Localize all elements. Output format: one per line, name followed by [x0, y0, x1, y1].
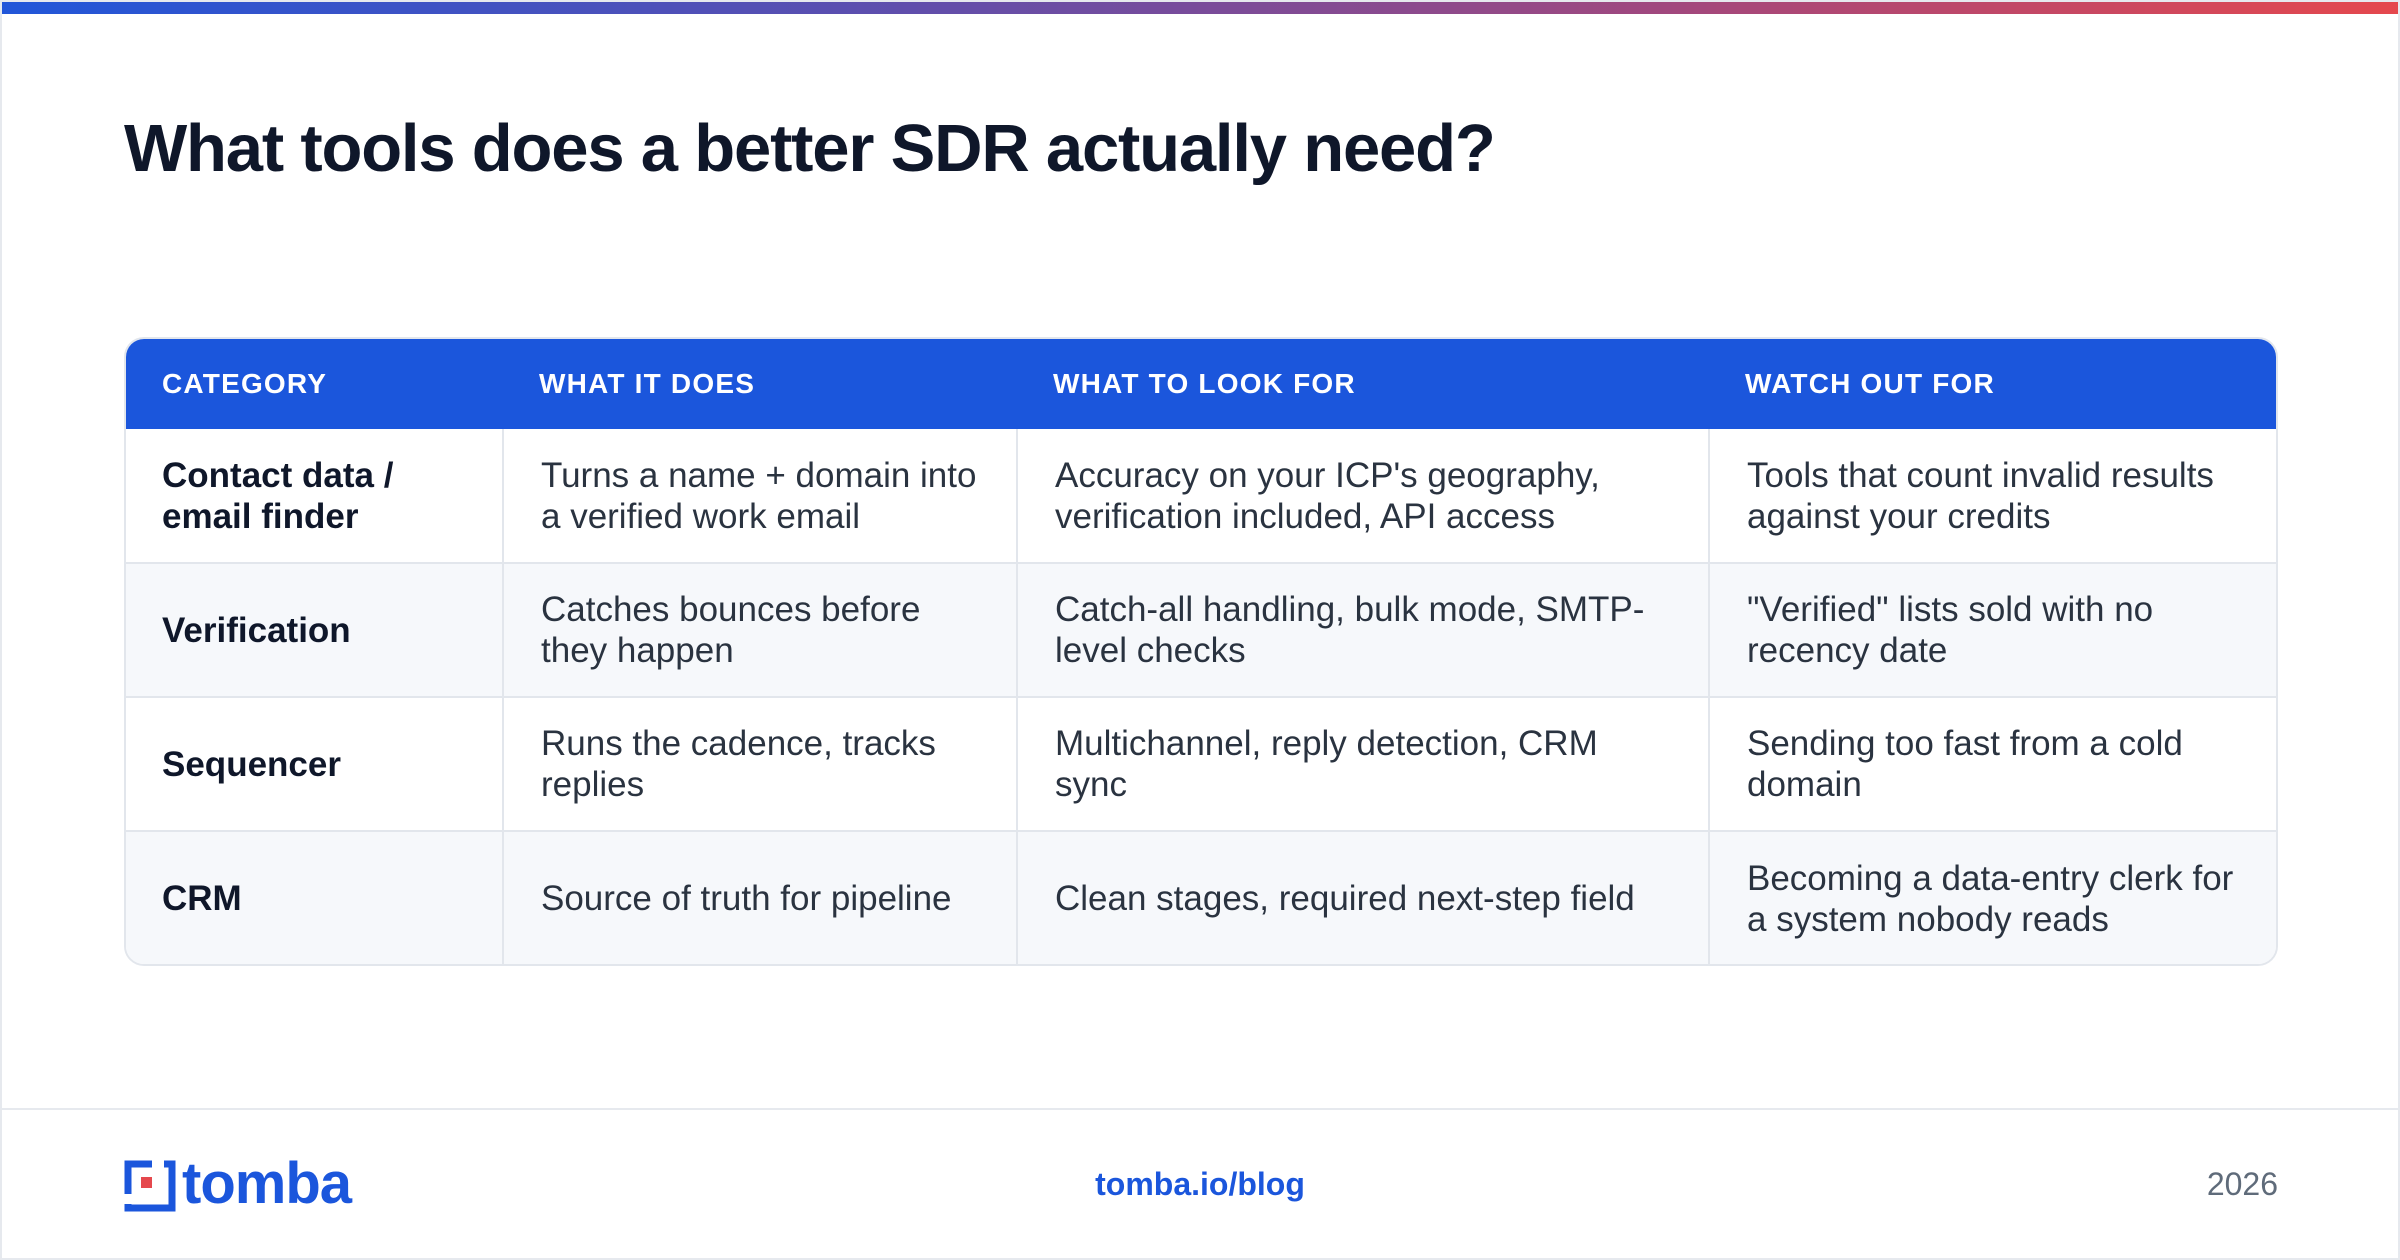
- cell-category: Contact data / email finder: [162, 455, 394, 536]
- tools-table-grid: CATEGORY WHAT IT DOES WHAT TO LOOK FOR W…: [126, 339, 2276, 964]
- cell-what-it-does: Runs the cadence, tracks replies: [502, 696, 1017, 831]
- cell-watch-out-for: Sending too fast from a cold domain: [1708, 696, 2276, 831]
- table-row: Contact data / email finder Turns a name…: [126, 429, 2276, 563]
- header-category: CATEGORY: [162, 368, 328, 399]
- table-header: CATEGORY WHAT IT DOES WHAT TO LOOK FOR W…: [126, 339, 2276, 429]
- cell-watch-out-for: Becoming a data-entry clerk for a system…: [1708, 830, 2276, 964]
- cell-what-to-look-for: Accuracy on your ICP's geography, verifi…: [1016, 429, 1709, 563]
- table-row: Verification Catches bounces before they…: [126, 562, 2276, 697]
- cell-watch-out-for: "Verified" lists sold with no recency da…: [1708, 562, 2276, 697]
- table-row: Sequencer Runs the cadence, tracks repli…: [126, 696, 2276, 831]
- blog-link[interactable]: tomba.io/blog: [92, 1166, 2398, 1203]
- footer: tomba tomba.io/blog 2026: [2, 1108, 2398, 1258]
- page-title: What tools does a better SDR actually ne…: [124, 111, 1496, 186]
- top-gradient-bar: [2, 2, 2398, 14]
- cell-what-it-does: Catches bounces before they happen: [502, 562, 1017, 697]
- footer-year: 2026: [2206, 1166, 2278, 1202]
- cell-watch-out-for: Tools that count invalid results against…: [1708, 429, 2276, 563]
- tools-table: CATEGORY WHAT IT DOES WHAT TO LOOK FOR W…: [124, 337, 2278, 966]
- header-watch-out-for: WATCH OUT FOR: [1745, 368, 1995, 399]
- slide-frame: What tools does a better SDR actually ne…: [0, 0, 2400, 1260]
- header-what-it-does: WHAT IT DOES: [539, 368, 756, 399]
- cell-category: CRM: [126, 830, 503, 964]
- cell-category: Sequencer: [126, 696, 503, 831]
- cell-what-to-look-for: Multichannel, reply detection, CRM sync: [1016, 696, 1709, 831]
- cell-what-to-look-for: Catch-all handling, bulk mode, SMTP-leve…: [1016, 562, 1709, 697]
- cell-what-to-look-for: Clean stages, required next-step field: [1016, 830, 1709, 964]
- cell-what-it-does: Source of truth for pipeline: [502, 830, 1017, 964]
- cell-what-it-does: Turns a name + domain into a verified wo…: [502, 429, 1017, 563]
- cell-category: Verification: [126, 562, 503, 697]
- table-header-row: CATEGORY WHAT IT DOES WHAT TO LOOK FOR W…: [126, 339, 2276, 429]
- table-body: Contact data / email finder Turns a name…: [126, 429, 2276, 964]
- header-what-to-look-for: WHAT TO LOOK FOR: [1053, 368, 1356, 399]
- table-row: CRM Source of truth for pipeline Clean s…: [126, 830, 2276, 964]
